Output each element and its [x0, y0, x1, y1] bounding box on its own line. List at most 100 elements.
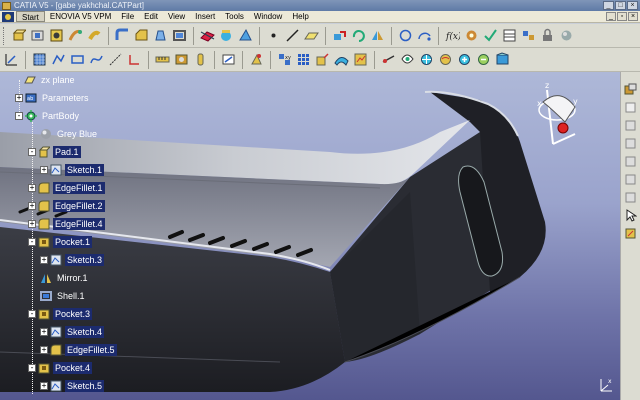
surface-tool-icon[interactable]: [333, 51, 350, 68]
shell-tool-icon[interactable]: [171, 27, 188, 44]
boolean-tool-icon[interactable]: [248, 51, 265, 68]
tree-node-pocket-1[interactable]: - Pocket.1: [28, 234, 93, 250]
expand-toggle[interactable]: +: [28, 184, 36, 192]
expand-toggle[interactable]: +: [40, 328, 48, 336]
tree-node-edgefillet-4[interactable]: + EdgeFillet.4: [28, 216, 105, 232]
hidden-edges-icon[interactable]: [623, 154, 638, 169]
pattern-tool-icon[interactable]: [295, 51, 312, 68]
edge-fillet-tool-icon[interactable]: [114, 27, 131, 44]
menu-view[interactable]: View: [163, 11, 190, 22]
wizard-icon[interactable]: [623, 226, 638, 241]
rectangle-tool-icon[interactable]: [69, 51, 86, 68]
zoom-in-icon[interactable]: [456, 51, 473, 68]
menu-insert[interactable]: Insert: [190, 11, 220, 22]
collapse-toggle[interactable]: -: [28, 148, 36, 156]
slot-tool-icon[interactable]: [86, 27, 103, 44]
tree-node-pad-1[interactable]: - Pad.1: [28, 144, 81, 160]
collapse-toggle[interactable]: -: [28, 238, 36, 246]
menu-enovia[interactable]: ENOVIA V5 VPM: [45, 11, 116, 22]
hole-tool-icon[interactable]: [48, 27, 65, 44]
knowledge-tool-icon[interactable]: [463, 27, 480, 44]
tree-node-grey-blue[interactable]: Grey Blue: [40, 126, 99, 142]
lock-tool-icon[interactable]: [539, 27, 556, 44]
doc-close-button[interactable]: ×: [628, 12, 638, 21]
close-surface-tool-icon[interactable]: [237, 27, 254, 44]
tree-node-sketch-1[interactable]: + Sketch.1: [40, 162, 105, 178]
rib-tool-icon[interactable]: [67, 27, 84, 44]
tree-node-edgefillet-1[interactable]: + EdgeFillet.1: [28, 180, 105, 196]
tree-node-mirror-1[interactable]: Mirror.1: [40, 270, 90, 286]
fly-mode-icon[interactable]: [380, 51, 397, 68]
part-design-workbench-icon[interactable]: [623, 82, 638, 97]
plane-tool-icon[interactable]: [303, 27, 320, 44]
thick-surface-tool-icon[interactable]: [218, 27, 235, 44]
grid-tool-icon[interactable]: [31, 51, 48, 68]
tree-node-sketch-3[interactable]: + Sketch.3: [40, 252, 105, 268]
measure-tool-icon[interactable]: [154, 51, 171, 68]
wireframe-icon[interactable]: [623, 136, 638, 151]
collapse-toggle[interactable]: -: [15, 112, 23, 120]
view-mode-icon[interactable]: [623, 172, 638, 187]
menu-file[interactable]: File: [116, 11, 139, 22]
profile-tool-icon[interactable]: [50, 51, 67, 68]
expand-toggle[interactable]: +: [28, 202, 36, 210]
sketcher-tool-icon[interactable]: [3, 51, 20, 68]
fit-all-icon[interactable]: [399, 51, 416, 68]
close-button[interactable]: ×: [627, 1, 638, 10]
catalog-tool-icon[interactable]: [520, 27, 537, 44]
catia-logo-icon[interactable]: [2, 11, 14, 22]
bottle-tool-icon[interactable]: [192, 51, 209, 68]
pocket-tool-icon[interactable]: [29, 27, 46, 44]
expand-toggle[interactable]: +: [15, 94, 23, 102]
expand-toggle[interactable]: +: [40, 166, 48, 174]
tree-node-edgefillet-2[interactable]: + EdgeFillet.2: [28, 198, 105, 214]
select-arrow-icon[interactable]: [623, 208, 638, 223]
expand-toggle[interactable]: +: [28, 220, 36, 228]
menu-tools[interactable]: Tools: [220, 11, 249, 22]
menu-window[interactable]: Window: [249, 11, 287, 22]
collapse-toggle[interactable]: -: [28, 364, 36, 372]
tree-node-shell-1[interactable]: Shell.1: [40, 288, 87, 304]
tree-node-pocket-4[interactable]: - Pocket.4: [28, 360, 93, 376]
arc-tool-icon[interactable]: [416, 27, 433, 44]
translate-tool-icon[interactable]: [331, 27, 348, 44]
constraint-tool-icon[interactable]: [126, 51, 143, 68]
tree-node-pocket-3[interactable]: - Pocket.3: [28, 306, 93, 322]
menu-help[interactable]: Help: [287, 11, 313, 22]
expand-toggle[interactable]: +: [40, 256, 48, 264]
doc-restore-button[interactable]: ▫: [617, 12, 627, 21]
edges-icon[interactable]: [623, 118, 638, 133]
repeat-tool-icon[interactable]: xy: [276, 51, 293, 68]
collapse-toggle[interactable]: -: [28, 310, 36, 318]
rotate-tool-icon[interactable]: [350, 27, 367, 44]
tree-node-partbody[interactable]: - PartBody: [15, 108, 81, 124]
tree-node-sketch-4[interactable]: + Sketch.4: [40, 324, 105, 340]
table-tool-icon[interactable]: [501, 27, 518, 44]
circle-tool-icon[interactable]: [397, 27, 414, 44]
scaling-tool-icon[interactable]: [314, 51, 331, 68]
minimize-button[interactable]: _: [603, 1, 614, 10]
pad-tool-icon[interactable]: [10, 27, 27, 44]
check-tool-icon[interactable]: [482, 27, 499, 44]
expand-toggle[interactable]: +: [40, 346, 48, 354]
symmetry-tool-icon[interactable]: [369, 27, 386, 44]
rotate-view-icon[interactable]: [437, 51, 454, 68]
expand-toggle[interactable]: +: [40, 382, 48, 390]
normal-view-icon[interactable]: [494, 51, 511, 68]
chamfer-tool-icon[interactable]: [133, 27, 150, 44]
apply-material-icon[interactable]: [173, 51, 190, 68]
doc-minimize-button[interactable]: _: [606, 12, 616, 21]
tree-node-sketch-5[interactable]: + Sketch.5: [40, 378, 105, 394]
draft-tool-icon[interactable]: [152, 27, 169, 44]
tree-node-parameters[interactable]: + ab Parameters: [15, 90, 91, 106]
tree-node-zx-plane[interactable]: zx plane: [24, 72, 77, 88]
formula-tool-icon[interactable]: f(x): [444, 27, 461, 44]
point-tool-icon[interactable]: [265, 27, 282, 44]
menu-edit[interactable]: Edit: [139, 11, 163, 22]
customize-view-icon[interactable]: [623, 190, 638, 205]
compass-icon[interactable]: z x y: [537, 81, 578, 145]
shading-icon[interactable]: [623, 100, 638, 115]
line-tool-icon[interactable]: [284, 27, 301, 44]
pan-icon[interactable]: [418, 51, 435, 68]
analysis-tool-icon[interactable]: [352, 51, 369, 68]
